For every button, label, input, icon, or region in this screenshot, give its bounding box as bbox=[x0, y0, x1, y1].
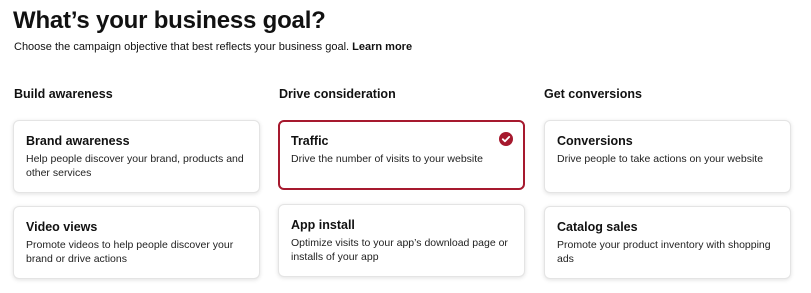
card-description: Optimize visits to your app’s download p… bbox=[291, 237, 508, 263]
column-heading-build-awareness: Build awareness bbox=[14, 87, 113, 101]
page-title: What’s your business goal? bbox=[13, 7, 326, 34]
card-title: Video views bbox=[26, 220, 98, 234]
card-title: Brand awareness bbox=[26, 134, 130, 148]
card-title: App install bbox=[291, 218, 355, 232]
column-heading-drive-consideration: Drive consideration bbox=[279, 87, 396, 101]
objective-card-traffic[interactable]: Traffic Drive the number of visits to yo… bbox=[278, 120, 525, 190]
card-description: Promote videos to help people discover y… bbox=[26, 239, 234, 265]
objective-card-brand-awareness[interactable]: Brand awareness Help people discover you… bbox=[13, 120, 260, 193]
card-title: Catalog sales bbox=[557, 220, 638, 234]
objective-card-video-views[interactable]: Video views Promote videos to help peopl… bbox=[13, 206, 260, 279]
learn-more-link[interactable]: Learn more bbox=[352, 41, 412, 53]
card-description: Promote your product inventory with shop… bbox=[557, 239, 771, 265]
page-subtitle: Choose the campaign objective that best … bbox=[14, 40, 412, 54]
check-circle-icon bbox=[499, 132, 513, 146]
subtitle-text: Choose the campaign objective that best … bbox=[14, 41, 350, 53]
card-title: Conversions bbox=[557, 134, 633, 148]
objective-card-app-install[interactable]: App install Optimize visits to your app’… bbox=[278, 204, 525, 277]
objective-card-catalog-sales[interactable]: Catalog sales Promote your product inven… bbox=[544, 206, 791, 279]
card-description: Drive people to take actions on your web… bbox=[557, 153, 764, 165]
card-description: Help people discover your brand, product… bbox=[26, 153, 244, 179]
column-heading-get-conversions: Get conversions bbox=[544, 87, 642, 101]
objective-card-conversions[interactable]: Conversions Drive people to take actions… bbox=[544, 120, 791, 193]
card-description: Drive the number of visits to your websi… bbox=[291, 153, 483, 165]
card-title: Traffic bbox=[291, 134, 329, 148]
